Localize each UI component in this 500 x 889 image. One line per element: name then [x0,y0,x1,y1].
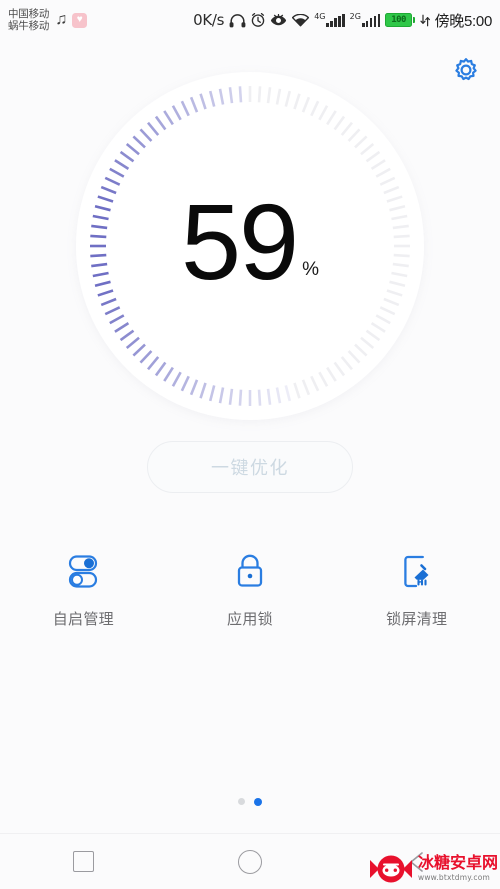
shortcut-row: 自启管理 应用锁 锁屏清理 [0,548,500,629]
phone-broom-icon [396,548,438,594]
clock-label: 傍晚5:00 [434,12,493,30]
one-key-optimize-label: 一键优化 [211,458,289,478]
gauge-unit: % [302,258,320,280]
battery-icon: 100 [385,13,415,27]
shortcut-label: 自启管理 [52,611,114,628]
sim1-signal-bars [326,14,345,27]
carrier-secondary: 蜗牛移动 [8,20,50,32]
shortcut-autostart-manager[interactable]: 自启管理 [0,548,167,629]
sim1-network-label: 4G [314,12,326,21]
settings-button[interactable] [446,50,486,90]
one-key-optimize-button[interactable]: 一键优化 [147,441,353,493]
headset-icon [229,13,246,27]
shortcut-label: 锁屏清理 [386,611,448,628]
sim2-signal: 2G [349,12,381,27]
watermark-title: 冰糖安卓网 [417,855,498,873]
home-circle-icon [238,849,262,874]
shortcut-app-lock[interactable]: 应用锁 [167,548,334,629]
sim1-signal: 4G [314,12,345,27]
wifi-icon [292,13,310,26]
shortcut-label: 应用锁 [227,611,273,628]
page-dot-1[interactable] [238,798,245,805]
nav-home-button[interactable] [167,834,334,889]
heart-badge-icon: ♥ [72,12,88,28]
alarm-clock-icon [251,13,265,27]
gauge-center: 59 % [76,72,424,420]
gauge-readout: 59 % [180,181,320,303]
site-watermark: 冰糖安卓网 www.btxtdmy.com [368,853,500,885]
battery-percent-label: 100 [391,14,406,25]
status-bar-right: 0K/s 4G 2G 100 傍晚5:00 [193,10,492,31]
network-speed-label: 0K/s [193,11,225,29]
data-sync-icon [419,14,430,26]
shortcut-lockscreen-clean[interactable]: 锁屏清理 [333,548,500,629]
page-dot-2-active[interactable] [254,797,262,806]
eye-comfort-icon [271,13,287,25]
status-bar: 中国移动 蜗牛移动 ♫ ♥ 0K/s 4G 2G 100 傍晚5:00 [0,0,500,40]
gauge-value: 59 [180,181,299,303]
music-note-icon: ♫ [55,11,68,28]
gear-icon [455,58,477,81]
carrier-primary: 中国移动 [8,7,50,20]
status-bar-left: 中国移动 蜗牛移动 ♫ ♥ [8,8,88,32]
recents-square-icon [72,851,94,872]
sim2-signal-bars [361,14,381,27]
watermark-text: 冰糖安卓网 www.btxtdmy.com [418,856,498,882]
sim2-network-label: 2G [349,12,361,21]
watermark-url: www.btxtdmy.com [417,873,491,883]
toggle-switches-icon [62,548,104,594]
carrier-names: 中国移动 蜗牛移动 [8,8,49,32]
padlock-icon [229,548,271,594]
memory-gauge: 59 % [76,72,424,420]
nav-recents-button[interactable] [0,834,167,889]
page-indicator [0,797,500,806]
candy-gamepad-logo [369,855,412,883]
